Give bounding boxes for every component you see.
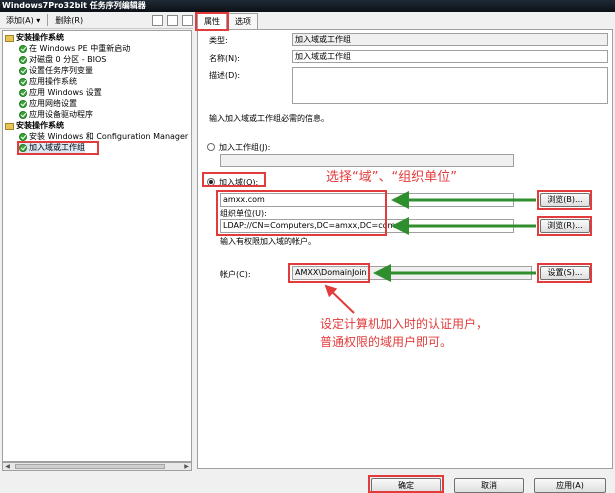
scroll-thumb[interactable]: [15, 464, 165, 469]
apply-button[interactable]: 应用(A): [534, 478, 606, 493]
account-label: 帐户(C):: [220, 270, 251, 279]
tree-item-set-variable[interactable]: 设置任务序列变量: [19, 66, 93, 76]
toolbar: 添加(A) ▾ 删除(R): [0, 12, 193, 29]
tree-item-label: 安装操作系统: [16, 33, 64, 42]
tree-item-apply-windows-settings[interactable]: 应用 Windows 设置: [19, 88, 102, 98]
toolbar-separator: [47, 14, 49, 26]
tree-item-apply-network-settings[interactable]: 应用网络设置: [19, 99, 77, 109]
ou-label: 组织单位(U):: [220, 209, 267, 218]
browse-ou-button[interactable]: 浏览(R)...: [540, 219, 590, 233]
cancel-button[interactable]: 取消: [454, 478, 524, 493]
tree-item-label: 加入域或工作组: [29, 143, 85, 152]
check-icon: [19, 56, 27, 64]
check-icon: [19, 78, 27, 86]
tree-item-apply-os[interactable]: 应用操作系统: [19, 77, 77, 87]
description-input[interactable]: [292, 67, 608, 104]
tree-group-install-os[interactable]: 安装操作系统: [5, 33, 64, 43]
annotation-auth-user-line1: 设定计算机加入时的认证用户，: [320, 317, 489, 331]
workgroup-radio[interactable]: [207, 143, 215, 151]
folder-icon: [5, 122, 14, 130]
scroll-right-icon[interactable]: ▶: [182, 463, 191, 470]
description-label: 描述(D):: [209, 71, 241, 80]
name-input[interactable]: 加入域或工作组: [292, 50, 608, 63]
arrow-annotation-to-account: [324, 284, 355, 314]
name-label: 名称(N):: [209, 54, 240, 63]
remove-button[interactable]: 删除(R): [52, 14, 86, 27]
tab-properties[interactable]: 属性: [197, 13, 227, 30]
tree-item-join-domain[interactable]: 加入域或工作组: [19, 143, 85, 153]
tree-item-restart-winpe[interactable]: 在 Windows PE 中重新启动: [19, 44, 130, 54]
properties-icon[interactable]: [182, 14, 193, 26]
browse-domain-button[interactable]: 浏览(B)...: [540, 193, 590, 207]
check-icon: [19, 144, 27, 152]
properties-panel: 类型: 加入域或工作组 名称(N): 加入域或工作组 描述(D): 输入加入域或…: [197, 29, 613, 469]
tree-item-apply-drivers[interactable]: 应用设备驱动程序: [19, 110, 93, 120]
properties-pane: 属性 选项 类型: 加入域或工作组 名称(N): 加入域或工作组 描述(D): …: [195, 12, 615, 493]
domain-radio[interactable]: [207, 178, 215, 186]
tree-item-label: 安装操作系统: [16, 121, 64, 130]
tree-group-install-os-2[interactable]: 安装操作系统: [5, 121, 64, 131]
folder-icon: [5, 34, 14, 42]
tree-item-install-windows-cm[interactable]: 安装 Windows 和 Configuration Manager: [19, 132, 188, 142]
domain-label: 加入域(O):: [219, 178, 259, 187]
tree-item-label: 应用 Windows 设置: [29, 88, 102, 97]
move-down-icon[interactable]: [167, 14, 178, 26]
workgroup-label: 加入工作组(J):: [219, 143, 271, 152]
tree-item-label: 对磁盘 0 分区 - BIOS: [29, 55, 107, 64]
check-icon: [19, 89, 27, 97]
tree-item-partition-disk[interactable]: 对磁盘 0 分区 - BIOS: [19, 55, 106, 65]
account-info-text: 输入有权限加入域的帐户。: [220, 237, 316, 246]
set-account-button[interactable]: 设置(S)...: [540, 266, 590, 280]
add-menu-button[interactable]: 添加(A) ▾: [3, 14, 43, 27]
check-icon: [19, 100, 27, 108]
move-up-icon[interactable]: [152, 14, 163, 26]
tree-item-label: 应用网络设置: [29, 99, 77, 108]
info-text: 输入加入域或工作组必需的信息。: [209, 114, 329, 123]
ok-button[interactable]: 确定: [371, 478, 441, 493]
tree-item-label: 应用设备驱动程序: [29, 110, 93, 119]
tab-options[interactable]: 选项: [228, 13, 258, 29]
tree-item-label: 在 Windows PE 中重新启动: [29, 44, 131, 53]
scroll-left-icon[interactable]: ◀: [3, 463, 12, 470]
account-field: AMXX\DomainJoin: [292, 266, 532, 280]
annotation-auth-user-line2: 普通权限的域用户即可。: [320, 335, 453, 349]
check-icon: [19, 45, 27, 53]
check-icon: [19, 133, 27, 141]
ou-input[interactable]: LDAP://CN=Computers,DC=amxx,DC=com: [220, 219, 514, 233]
tree-item-label: 安装 Windows 和 Configuration Manager: [29, 132, 189, 141]
window-title: Windows7Pro32bit 任务序列编辑器: [0, 0, 615, 12]
type-field: 加入域或工作组: [292, 33, 608, 46]
check-icon: [19, 111, 27, 119]
tree-item-label: 设置任务序列变量: [29, 66, 93, 75]
annotation-select-domain-ou: 选择“域”、“组织单位”: [326, 170, 457, 185]
type-label: 类型:: [209, 36, 228, 45]
task-sequence-tree: 安装操作系统 在 Windows PE 中重新启动 对磁盘 0 分区 - BIO…: [2, 30, 192, 462]
tree-item-label: 应用操作系统: [29, 77, 77, 86]
tree-horizontal-scrollbar[interactable]: ◀ ▶: [2, 462, 192, 471]
domain-input[interactable]: amxx.com: [220, 193, 514, 207]
check-icon: [19, 67, 27, 75]
